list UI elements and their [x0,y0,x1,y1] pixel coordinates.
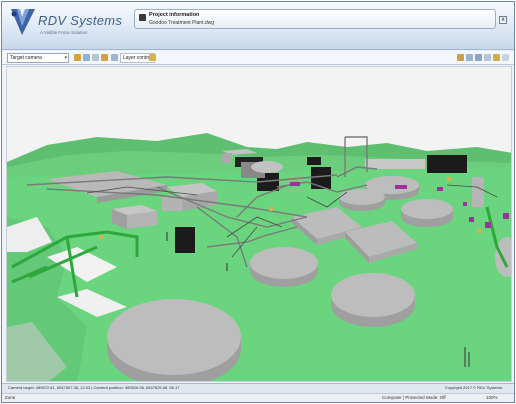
nav-icon[interactable] [502,54,509,61]
copyright: Copyright 2017 © RDV Systems [444,385,502,390]
status-bar: Camera target: 489572.61, 6547657.36, 12… [2,383,514,393]
app-window: RDV Systems A Visible Force Solution Pro… [1,1,515,403]
nav-icon[interactable] [457,54,464,61]
nav-icon[interactable] [484,54,491,61]
treatment-plant-scene[interactable] [7,67,512,382]
nav-icon[interactable] [475,54,482,61]
project-info-title: Project information [149,12,200,18]
logo-tagline: A Visible Force Solution [40,30,88,35]
nav-icon[interactable] [101,54,108,61]
nav-icon[interactable] [466,54,473,61]
camera-readout: Camera target: 489572.61, 6547657.36, 12… [8,385,180,390]
3d-viewport[interactable] [6,66,512,382]
rdv-logo: RDV Systems A Visible Force Solution [8,5,122,47]
header-banner: RDV Systems A Visible Force Solution Pro… [2,2,514,50]
nav-icon[interactable] [92,54,99,61]
zoom-level[interactable]: 100% [486,395,498,400]
camera-dropdown-icon: ▾ [64,55,67,61]
protected-mode-status[interactable]: Computer | Protected Mode: Off [382,395,446,400]
close-icon[interactable]: x [499,16,507,24]
project-file-name: Goodoo Treatment Plant.dwg [149,20,215,26]
browser-status-bar: Zone Computer | Protected Mode: Off 100% [2,393,514,402]
info-icon [139,14,146,21]
rdv-logo-icon [11,9,35,35]
nav-icon[interactable] [493,54,500,61]
camera-select-value: Target camera [10,55,42,61]
toolbar: Target camera ▾ Layer control [2,51,514,65]
layer-icon[interactable] [111,54,118,61]
zone-label: Zone [5,395,16,400]
nav-icon[interactable] [74,54,81,61]
nav-icon[interactable] [149,54,156,61]
camera-select[interactable]: Target camera ▾ [7,53,69,63]
nav-icon[interactable] [83,54,90,61]
logo-brand: RDV Systems [38,13,123,28]
project-info-box[interactable]: Project information Goodoo Treatment Pla… [134,9,496,29]
